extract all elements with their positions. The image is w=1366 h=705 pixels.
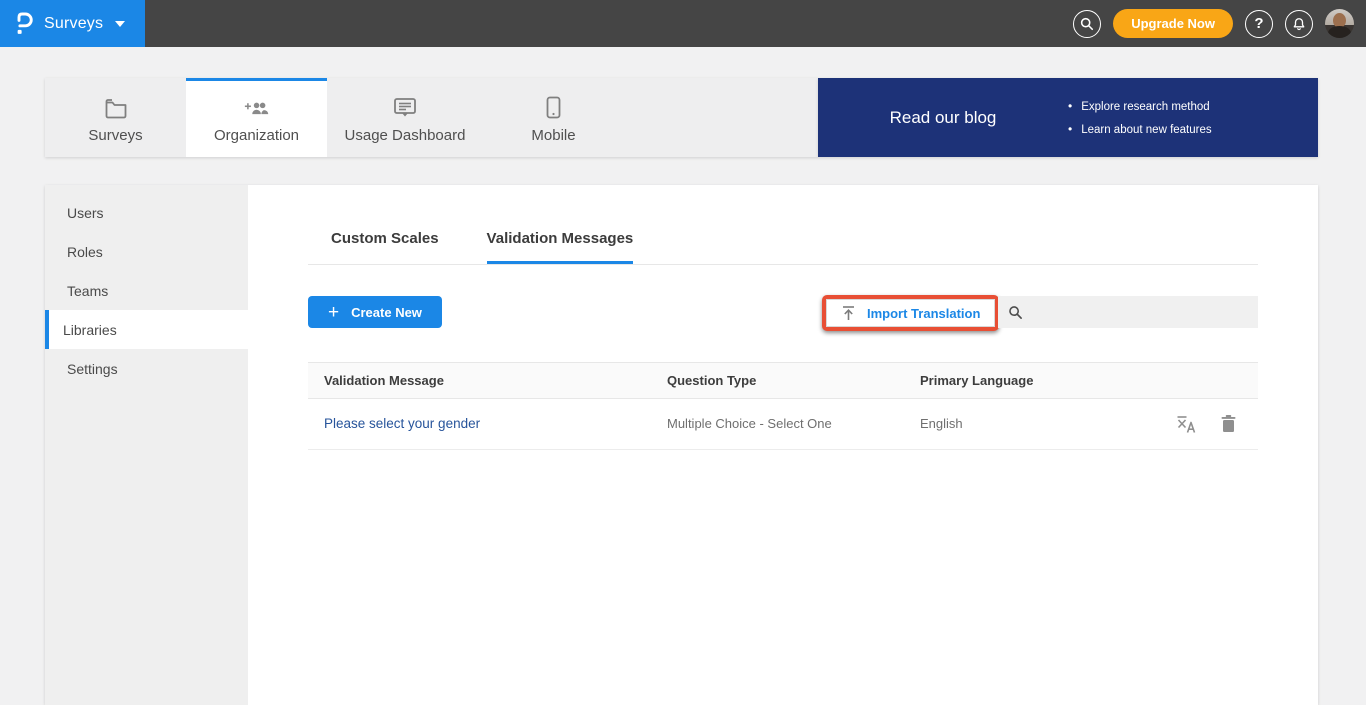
org-sidebar: Users Roles Teams Libraries Settings xyxy=(45,185,248,705)
nav-tab-label: Surveys xyxy=(88,127,142,144)
nav-tab-usage-dashboard[interactable]: Usage Dashboard xyxy=(327,78,483,157)
col-header-primary-language: Primary Language xyxy=(904,373,1134,388)
upload-icon xyxy=(841,305,856,321)
table-header-row: Validation Message Question Type Primary… xyxy=(308,362,1258,399)
create-new-button[interactable]: + Create New xyxy=(308,296,442,328)
tab-validation-messages[interactable]: Validation Messages xyxy=(487,230,634,264)
libraries-content: Custom Scales Validation Messages + Crea… xyxy=(248,185,1318,705)
library-tabs: Custom Scales Validation Messages xyxy=(308,230,1258,265)
sidebar-item-libraries[interactable]: Libraries xyxy=(45,310,248,349)
blog-banner[interactable]: Read our blog Explore research method Le… xyxy=(818,78,1318,157)
col-header-question-type: Question Type xyxy=(651,373,904,388)
blog-banner-bullets: Explore research method Learn about new … xyxy=(1068,99,1212,136)
sidebar-item-roles[interactable]: Roles xyxy=(45,232,248,271)
avatar-shirt xyxy=(1328,26,1351,38)
nav-tab-label: Mobile xyxy=(531,127,575,144)
nav-tab-mobile[interactable]: Mobile xyxy=(483,78,624,157)
upgrade-now-button[interactable]: Upgrade Now xyxy=(1113,9,1233,38)
questionpro-logo-icon xyxy=(14,10,34,38)
translate-icon[interactable] xyxy=(1175,414,1197,434)
blog-banner-title: Read our blog xyxy=(818,108,1068,128)
bell-icon xyxy=(1292,17,1306,31)
team-add-icon xyxy=(244,95,270,119)
workspace-nav: Surveys Organization xyxy=(45,78,818,157)
mobile-icon xyxy=(541,95,567,119)
notifications-button[interactable] xyxy=(1285,10,1313,38)
create-new-label: Create New xyxy=(351,305,422,320)
nav-tab-organization[interactable]: Organization xyxy=(186,78,327,157)
question-type-value: Multiple Choice - Select One xyxy=(667,416,832,431)
nav-tab-label: Organization xyxy=(214,127,299,144)
search-icon xyxy=(1080,17,1094,31)
table-search[interactable] xyxy=(998,296,1258,328)
import-translation-button[interactable]: Import Translation xyxy=(826,299,995,327)
product-switcher[interactable]: Surveys xyxy=(0,0,145,47)
sidebar-item-users[interactable]: Users xyxy=(45,193,248,232)
help-button[interactable]: ? xyxy=(1245,10,1273,38)
sidebar-item-settings[interactable]: Settings xyxy=(45,349,248,388)
dashboard-icon xyxy=(392,95,418,119)
chevron-down-icon xyxy=(115,21,125,27)
blog-bullet: Learn about new features xyxy=(1068,122,1212,136)
tab-custom-scales[interactable]: Custom Scales xyxy=(331,230,439,264)
search-input[interactable] xyxy=(1031,305,1248,320)
plus-icon: + xyxy=(328,303,339,322)
blog-bullet: Explore research method xyxy=(1068,99,1212,113)
action-row: + Create New Import Translation xyxy=(308,295,1258,333)
app-window: Surveys Upgrade Now ? xyxy=(0,0,1366,689)
topbar: Surveys Upgrade Now ? xyxy=(0,0,1366,47)
sidebar-item-teams[interactable]: Teams xyxy=(45,271,248,310)
nav-tab-surveys[interactable]: Surveys xyxy=(45,78,186,157)
primary-language-value: English xyxy=(920,416,963,431)
organization-panel: Users Roles Teams Libraries Settings Cus… xyxy=(45,185,1318,705)
folder-icon xyxy=(103,95,129,119)
search-icon xyxy=(1008,305,1023,320)
nav-tab-label: Usage Dashboard xyxy=(345,127,466,144)
question-mark-icon: ? xyxy=(1254,15,1263,32)
validation-messages-table: Validation Message Question Type Primary… xyxy=(308,362,1258,450)
search-button[interactable] xyxy=(1073,10,1101,38)
user-avatar[interactable] xyxy=(1325,9,1354,38)
annotation-highlight-box: Import Translation xyxy=(822,295,999,331)
product-name: Surveys xyxy=(44,15,103,33)
table-row: Please select your gender Multiple Choic… xyxy=(308,399,1258,450)
validation-message-link[interactable]: Please select your gender xyxy=(324,416,480,431)
topbar-actions: Upgrade Now ? xyxy=(1073,0,1354,47)
col-header-validation-message: Validation Message xyxy=(308,373,651,388)
import-translation-label: Import Translation xyxy=(867,306,980,321)
delete-icon[interactable] xyxy=(1221,414,1236,434)
